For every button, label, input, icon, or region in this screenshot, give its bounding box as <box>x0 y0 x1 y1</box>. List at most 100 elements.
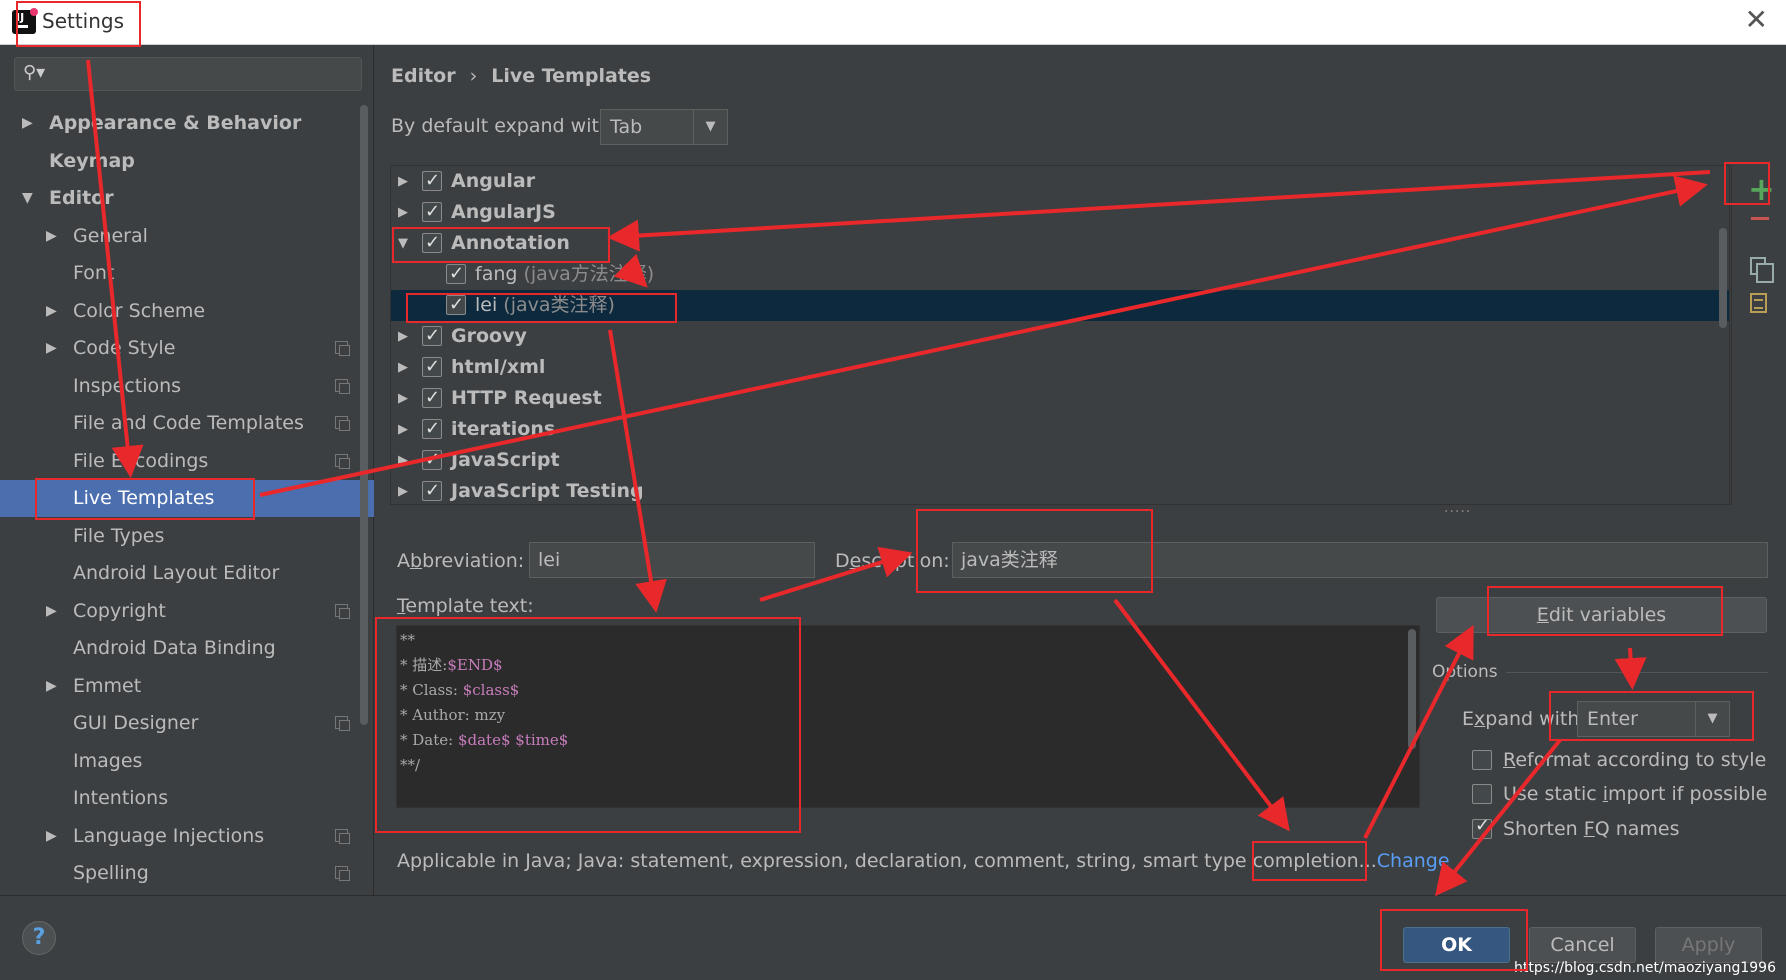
default-expand-value: Tab <box>610 116 643 138</box>
project-scope-icon <box>335 603 350 619</box>
template-list-scrollbar[interactable] <box>1719 228 1727 328</box>
sidebar-item-file-and-code-templates[interactable]: File and Code Templates <box>0 405 374 442</box>
close-icon[interactable]: ✕ <box>1745 6 1768 34</box>
collapsed-arrow-icon[interactable]: ▶ <box>46 593 57 630</box>
template-enabled-checkbox[interactable] <box>446 258 466 289</box>
template-enabled-checkbox[interactable] <box>422 413 442 444</box>
collapsed-arrow-icon[interactable]: ▶ <box>46 218 57 255</box>
checkbox-unchecked[interactable] <box>1472 750 1492 770</box>
template-group-row[interactable]: ▶ iterations <box>391 413 1729 445</box>
collapsed-arrow-icon[interactable]: ▶ <box>46 293 57 330</box>
template-enabled-checkbox[interactable] <box>422 475 442 504</box>
template-name: iterations <box>451 418 556 440</box>
collapsed-arrow-icon[interactable]: ▶ <box>46 818 57 855</box>
apply-button[interactable]: Apply <box>1655 927 1762 963</box>
sidebar-scrollbar[interactable] <box>360 105 368 725</box>
abbreviation-label: Abbreviation: <box>397 550 525 572</box>
default-expand-select[interactable]: Tab ▼ <box>600 109 728 145</box>
template-group-row[interactable]: ▶ JavaScript <box>391 444 1729 476</box>
sidebar-item-font[interactable]: Font <box>0 255 374 292</box>
template-enabled-checkbox[interactable] <box>422 196 442 227</box>
sidebar-item-copyright[interactable]: ▶ Copyright <box>0 593 374 630</box>
sidebar-item-android-data-binding[interactable]: Android Data Binding <box>0 630 374 667</box>
abbreviation-field[interactable]: lei <box>529 542 815 578</box>
sidebar-item-inspections[interactable]: Inspections <box>0 368 374 405</box>
sidebar-item-spelling[interactable]: Spelling <box>0 855 374 892</box>
project-scope-icon <box>335 416 350 431</box>
editor-scrollbar[interactable] <box>1408 629 1416 749</box>
template-label: HTTP Request <box>451 383 602 414</box>
collapsed-arrow-icon[interactable]: ▶ <box>398 476 408 504</box>
cancel-button[interactable]: Cancel <box>1529 927 1636 963</box>
collapsed-arrow-icon[interactable]: ▶ <box>398 445 408 476</box>
collapsed-arrow-icon[interactable]: ▶ <box>398 352 408 383</box>
template-list-toolbar: + <box>1731 165 1781 505</box>
template-label: Groovy <box>451 321 527 352</box>
sidebar-item-emmet[interactable]: ▶ Emmet <box>0 668 374 705</box>
collapsed-arrow-icon[interactable]: ▶ <box>46 330 57 367</box>
template-group-row[interactable]: ▶ JavaScript Testing <box>391 475 1729 504</box>
project-scope-icon <box>335 716 350 731</box>
collapsed-arrow-icon[interactable]: ▶ <box>398 321 408 352</box>
collapsed-arrow-icon[interactable]: ▶ <box>398 383 408 414</box>
copy-icon[interactable] <box>1750 257 1774 283</box>
sidebar-item-editor[interactable]: ▼ Editor <box>0 180 374 217</box>
collapsed-arrow-icon[interactable]: ▶ <box>398 414 408 445</box>
settings-sidebar: ⚲▾ ▶ Appearance & Behavior Keymap ▼ Editor ▶ G… <box>0 45 374 895</box>
template-group-row[interactable]: ▶ Groovy <box>391 320 1729 352</box>
project-scope-icon <box>335 453 350 469</box>
template-enabled-checkbox[interactable] <box>422 166 442 196</box>
splitter-handle[interactable]: ..... <box>1444 500 1471 516</box>
highlight-add-button <box>1724 162 1770 205</box>
sidebar-item-label: Code Style <box>73 337 176 359</box>
template-enabled-checkbox[interactable] <box>422 320 442 351</box>
sidebar-item-keymap[interactable]: Keymap <box>0 143 374 180</box>
sidebar-item-appearance-behavior[interactable]: ▶ Appearance & Behavior <box>0 105 374 142</box>
template-group-row[interactable]: ▶ Angular <box>391 166 1729 197</box>
template-label: fang (java方法注释) <box>475 259 654 290</box>
breadcrumb-editor: Editor <box>391 65 456 87</box>
template-group-row[interactable]: ▶ HTTP Request <box>391 382 1729 414</box>
sidebar-item-intentions[interactable]: Intentions <box>0 780 374 817</box>
project-scope-icon <box>335 828 350 844</box>
collapsed-arrow-icon[interactable]: ▶ <box>46 668 57 705</box>
project-scope-icon <box>335 866 350 881</box>
sidebar-item-label: Android Data Binding <box>73 637 276 659</box>
sidebar-item-language-injections[interactable]: ▶ Language Injections <box>0 818 374 855</box>
checkbox-checked[interactable] <box>1472 813 1492 839</box>
sidebar-item-general[interactable]: ▶ General <box>0 218 374 255</box>
sidebar-item-color-scheme[interactable]: ▶ Color Scheme <box>0 293 374 330</box>
sidebar-item-label: Intentions <box>73 787 169 809</box>
change-link[interactable]: Change <box>1377 850 1450 872</box>
expanded-arrow-icon[interactable]: ▼ <box>22 180 33 217</box>
sidebar-item-gui-designer[interactable]: GUI Designer <box>0 705 374 742</box>
sidebar-item-file-types[interactable]: File Types <box>0 518 374 555</box>
template-enabled-checkbox[interactable] <box>422 351 442 382</box>
settings-search-input[interactable]: ⚲▾ <box>14 57 362 91</box>
template-enabled-checkbox[interactable] <box>422 444 442 475</box>
minus-icon[interactable] <box>1751 217 1769 220</box>
template-list: ▶Angular▶AngularJS▼Annotationfang (java方… <box>390 165 1730 505</box>
static-import-label: Use static import if possible <box>1503 783 1768 805</box>
template-row[interactable]: fang (java方法注释) <box>391 258 1729 290</box>
document-icon[interactable] <box>1750 293 1767 313</box>
sidebar-item-file-encodings[interactable]: File Encodings <box>0 443 374 480</box>
collapsed-arrow-icon[interactable]: ▶ <box>22 105 33 142</box>
sidebar-item-android-layout-editor[interactable]: Android Layout Editor <box>0 555 374 592</box>
collapsed-arrow-icon[interactable]: ▶ <box>398 166 408 197</box>
help-icon[interactable]: ? <box>22 921 56 955</box>
template-group-row[interactable]: ▶ AngularJS <box>391 196 1729 228</box>
sidebar-item-label: Inspections <box>73 374 182 397</box>
template-label: JavaScript <box>451 445 560 476</box>
template-group-row[interactable]: ▶ html/xml <box>391 351 1729 383</box>
collapsed-arrow-icon[interactable]: ▶ <box>398 197 408 228</box>
sidebar-item-images[interactable]: Images <box>0 743 374 780</box>
template-enabled-checkbox[interactable] <box>422 382 442 413</box>
checkbox-unchecked[interactable] <box>1472 784 1492 804</box>
sidebar-item-code-style[interactable]: ▶ Code Style <box>0 330 374 367</box>
template-label: Angular <box>451 166 535 197</box>
chevron-down-icon: ▼ <box>693 110 727 144</box>
highlight-edit-variables <box>1487 586 1723 636</box>
project-scope-icon <box>335 341 350 356</box>
settings-dialog: IJ Settings ✕ ⚲▾ ▶ Appearance & Behavior K… <box>0 0 1786 980</box>
